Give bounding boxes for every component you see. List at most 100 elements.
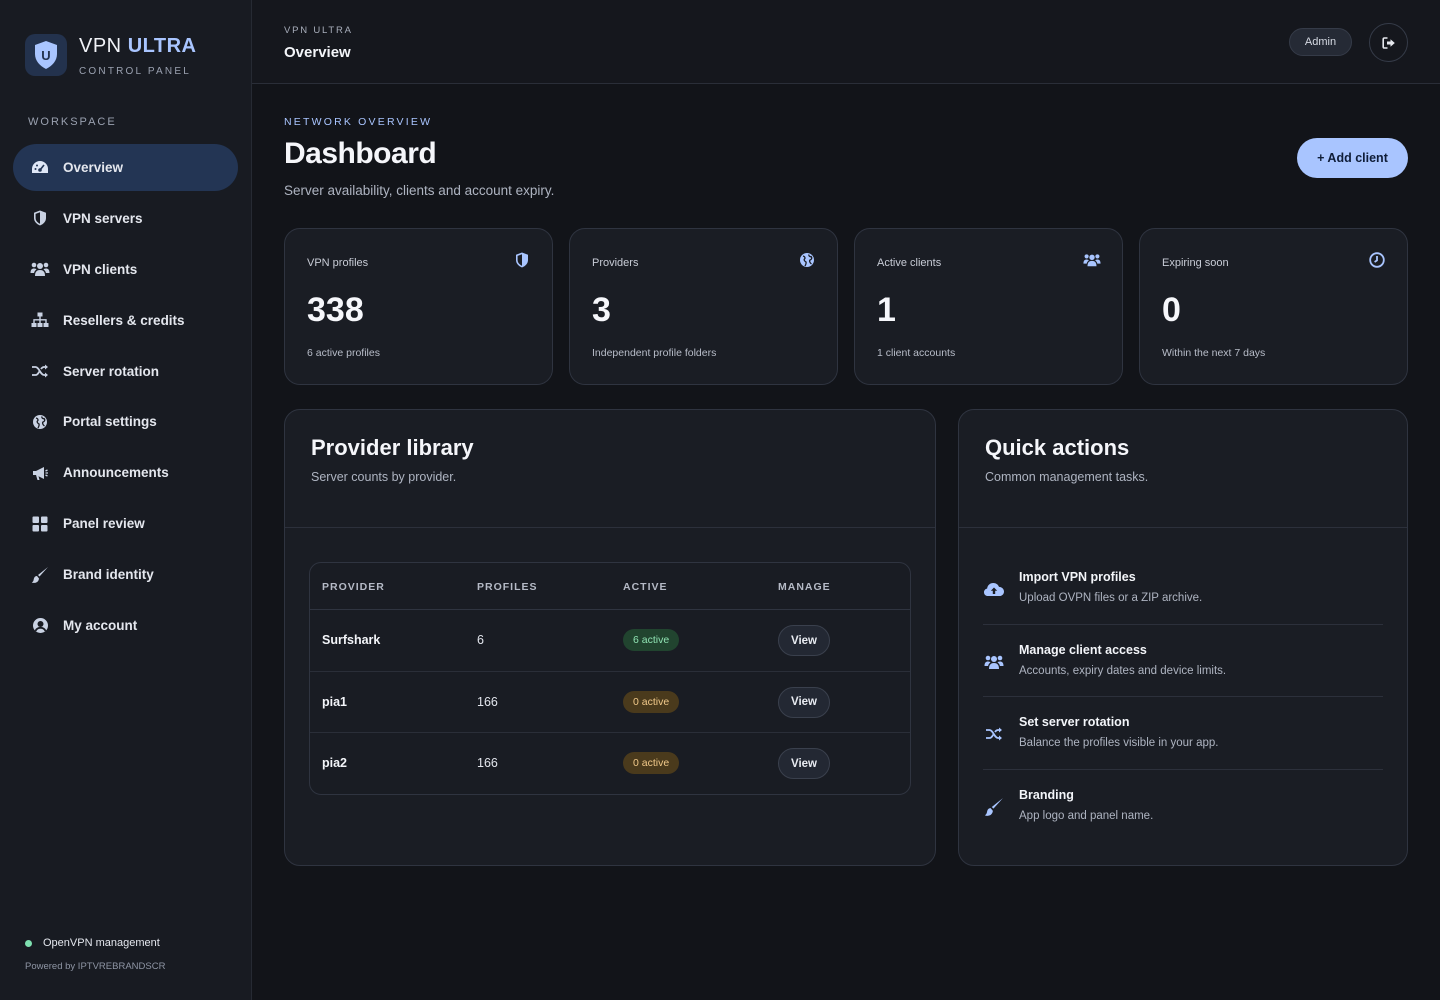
- sidebar-item-vpn-clients[interactable]: VPN clients: [13, 246, 238, 293]
- stat-value: 338: [307, 291, 364, 329]
- sidebar-item-overview[interactable]: Overview: [13, 144, 238, 191]
- view-button[interactable]: View: [778, 625, 830, 656]
- clock-icon: [1368, 251, 1386, 269]
- sidebar-item-label: Announcements: [63, 465, 169, 481]
- top-bar: VPN ULTRA Overview Admin: [252, 0, 1440, 84]
- divider: [285, 527, 935, 528]
- sidebar-item-label: Overview: [63, 160, 124, 175]
- svg-text:U: U: [41, 48, 50, 63]
- provider-name: pia1: [322, 694, 348, 709]
- globe-icon: [30, 412, 50, 432]
- stat-label: Active clients: [877, 257, 942, 269]
- quick-actions-panel: Quick actions Common management tasks. I…: [958, 409, 1408, 866]
- service-status: OpenVPN management: [25, 937, 165, 949]
- sidebar-item-label: Brand identity: [63, 567, 154, 583]
- provider-table: PROVIDER PROFILES ACTIVE MANAGE Surfshar…: [309, 562, 911, 795]
- table-header: PROVIDER PROFILES ACTIVE MANAGE: [310, 563, 910, 610]
- panel-title: Provider library: [311, 435, 474, 460]
- sidebar-item-label: VPN servers: [63, 210, 143, 226]
- paintbrush-icon: [983, 796, 1005, 818]
- quick-action-title: Branding: [1019, 787, 1074, 802]
- sidebar-item-brand-identity[interactable]: Brand identity: [13, 551, 238, 598]
- sidebar-item-server-rotation[interactable]: Server rotation: [13, 348, 238, 395]
- brand[interactable]: U VPN ULTRA CONTROL PANEL: [25, 34, 196, 77]
- quick-action-title: Manage client access: [1019, 642, 1147, 657]
- table-row: pia2 166 0 active View: [310, 733, 910, 795]
- column-header-profiles: PROFILES: [477, 581, 538, 593]
- view-button[interactable]: View: [778, 686, 830, 718]
- profile-count: 166: [477, 694, 498, 709]
- sidebar-item-label: Server rotation: [63, 363, 160, 379]
- status-badge: 0 active: [623, 752, 680, 774]
- header-title: Overview: [284, 44, 351, 61]
- user-role-badge[interactable]: Admin: [1289, 28, 1352, 56]
- quick-action-import-profiles[interactable]: Import VPN profiles Upload OVPN files or…: [983, 552, 1383, 625]
- sidebar-item-vpn-servers[interactable]: VPN servers: [13, 195, 238, 242]
- stat-card-providers: Providers 3 Independent profile folders: [569, 228, 838, 385]
- shuffle-icon: [30, 361, 50, 381]
- add-client-button[interactable]: + Add client: [1297, 138, 1408, 178]
- globe-icon: [798, 251, 816, 269]
- quick-action-branding[interactable]: Branding App logo and panel name.: [983, 770, 1383, 843]
- brand-name: VPN ULTRA: [79, 35, 197, 57]
- quick-action-title: Import VPN profiles: [1019, 570, 1136, 584]
- user-circle-icon: [30, 616, 50, 636]
- page-title: Dashboard: [284, 137, 437, 170]
- stat-note: Independent profile folders: [592, 347, 717, 359]
- sidebar-footer: OpenVPN management Powered by IPTVREBRAN…: [25, 937, 165, 972]
- paintbrush-icon: [30, 565, 50, 585]
- stat-note: 1 client accounts: [877, 347, 956, 359]
- users-icon: [30, 259, 50, 279]
- divider: [959, 527, 1407, 528]
- sidebar-nav: Overview VPN servers VPN clients Reselle…: [13, 144, 238, 653]
- provider-library-panel: Provider library Server counts by provid…: [284, 409, 936, 866]
- status-badge: 6 active: [623, 629, 680, 651]
- stat-value: 1: [877, 291, 896, 329]
- quick-action-server-rotation[interactable]: Set server rotation Balance the profiles…: [983, 697, 1383, 770]
- users-icon: [1083, 251, 1101, 269]
- status-badge: 0 active: [623, 690, 680, 713]
- stat-note: Within the next 7 days: [1162, 347, 1266, 359]
- quick-action-description: Accounts, expiry dates and device limits…: [1019, 664, 1227, 677]
- stat-card-expiring-soon: Expiring soon 0 Within the next 7 days: [1139, 228, 1408, 385]
- profile-count: 6: [477, 633, 484, 647]
- shield-logo-icon: U: [35, 41, 57, 69]
- sidebar-item-announcements[interactable]: Announcements: [13, 449, 238, 496]
- provider-name: Surfshark: [322, 633, 381, 647]
- grid-icon: [30, 514, 50, 534]
- column-header-provider: PROVIDER: [322, 581, 385, 593]
- stat-card-vpn-profiles: VPN profiles 338 6 active profiles: [284, 228, 553, 385]
- table-row: pia1 166 0 active View: [310, 672, 910, 733]
- sidebar-item-portal-settings[interactable]: Portal settings: [13, 398, 238, 445]
- sign-out-icon: [1381, 36, 1395, 49]
- panel-subtitle: Server counts by provider.: [311, 470, 457, 484]
- sidebar-item-my-account[interactable]: My account: [13, 602, 238, 649]
- quick-action-manage-clients[interactable]: Manage client access Accounts, expiry da…: [983, 625, 1383, 697]
- dashboard-gauge-icon: [30, 158, 50, 178]
- sidebar-item-label: Portal settings: [63, 414, 157, 430]
- quick-action-description: App logo and panel name.: [1019, 809, 1154, 822]
- cloud-upload-icon: [983, 578, 1005, 600]
- shuffle-icon: [983, 723, 1005, 745]
- column-header-manage: MANAGE: [778, 581, 831, 593]
- stat-label: Expiring soon: [1162, 257, 1229, 269]
- brand-subtitle: CONTROL PANEL: [79, 66, 191, 77]
- provider-name: pia2: [322, 756, 348, 770]
- sidebar-item-label: Panel review: [63, 516, 145, 532]
- column-header-active: ACTIVE: [623, 581, 668, 593]
- view-button[interactable]: View: [778, 748, 830, 779]
- panel-subtitle: Common management tasks.: [985, 470, 1149, 484]
- profile-count: 166: [477, 756, 498, 770]
- sitemap-icon: [30, 310, 50, 330]
- users-icon: [983, 651, 1005, 673]
- stat-label: VPN profiles: [307, 257, 369, 269]
- table-row: Surfshark 6 6 active View: [310, 610, 910, 672]
- sidebar-item-resellers-credits[interactable]: Resellers & credits: [13, 297, 238, 344]
- sidebar: U VPN ULTRA CONTROL PANEL WORKSPACE Over…: [0, 0, 252, 1000]
- shield-icon: [30, 208, 50, 228]
- sidebar-item-label: Resellers & credits: [63, 312, 185, 328]
- logout-button[interactable]: [1369, 23, 1408, 62]
- sidebar-item-panel-review[interactable]: Panel review: [13, 500, 238, 547]
- quick-action-title: Set server rotation: [1019, 715, 1130, 729]
- shield-icon: [513, 251, 531, 269]
